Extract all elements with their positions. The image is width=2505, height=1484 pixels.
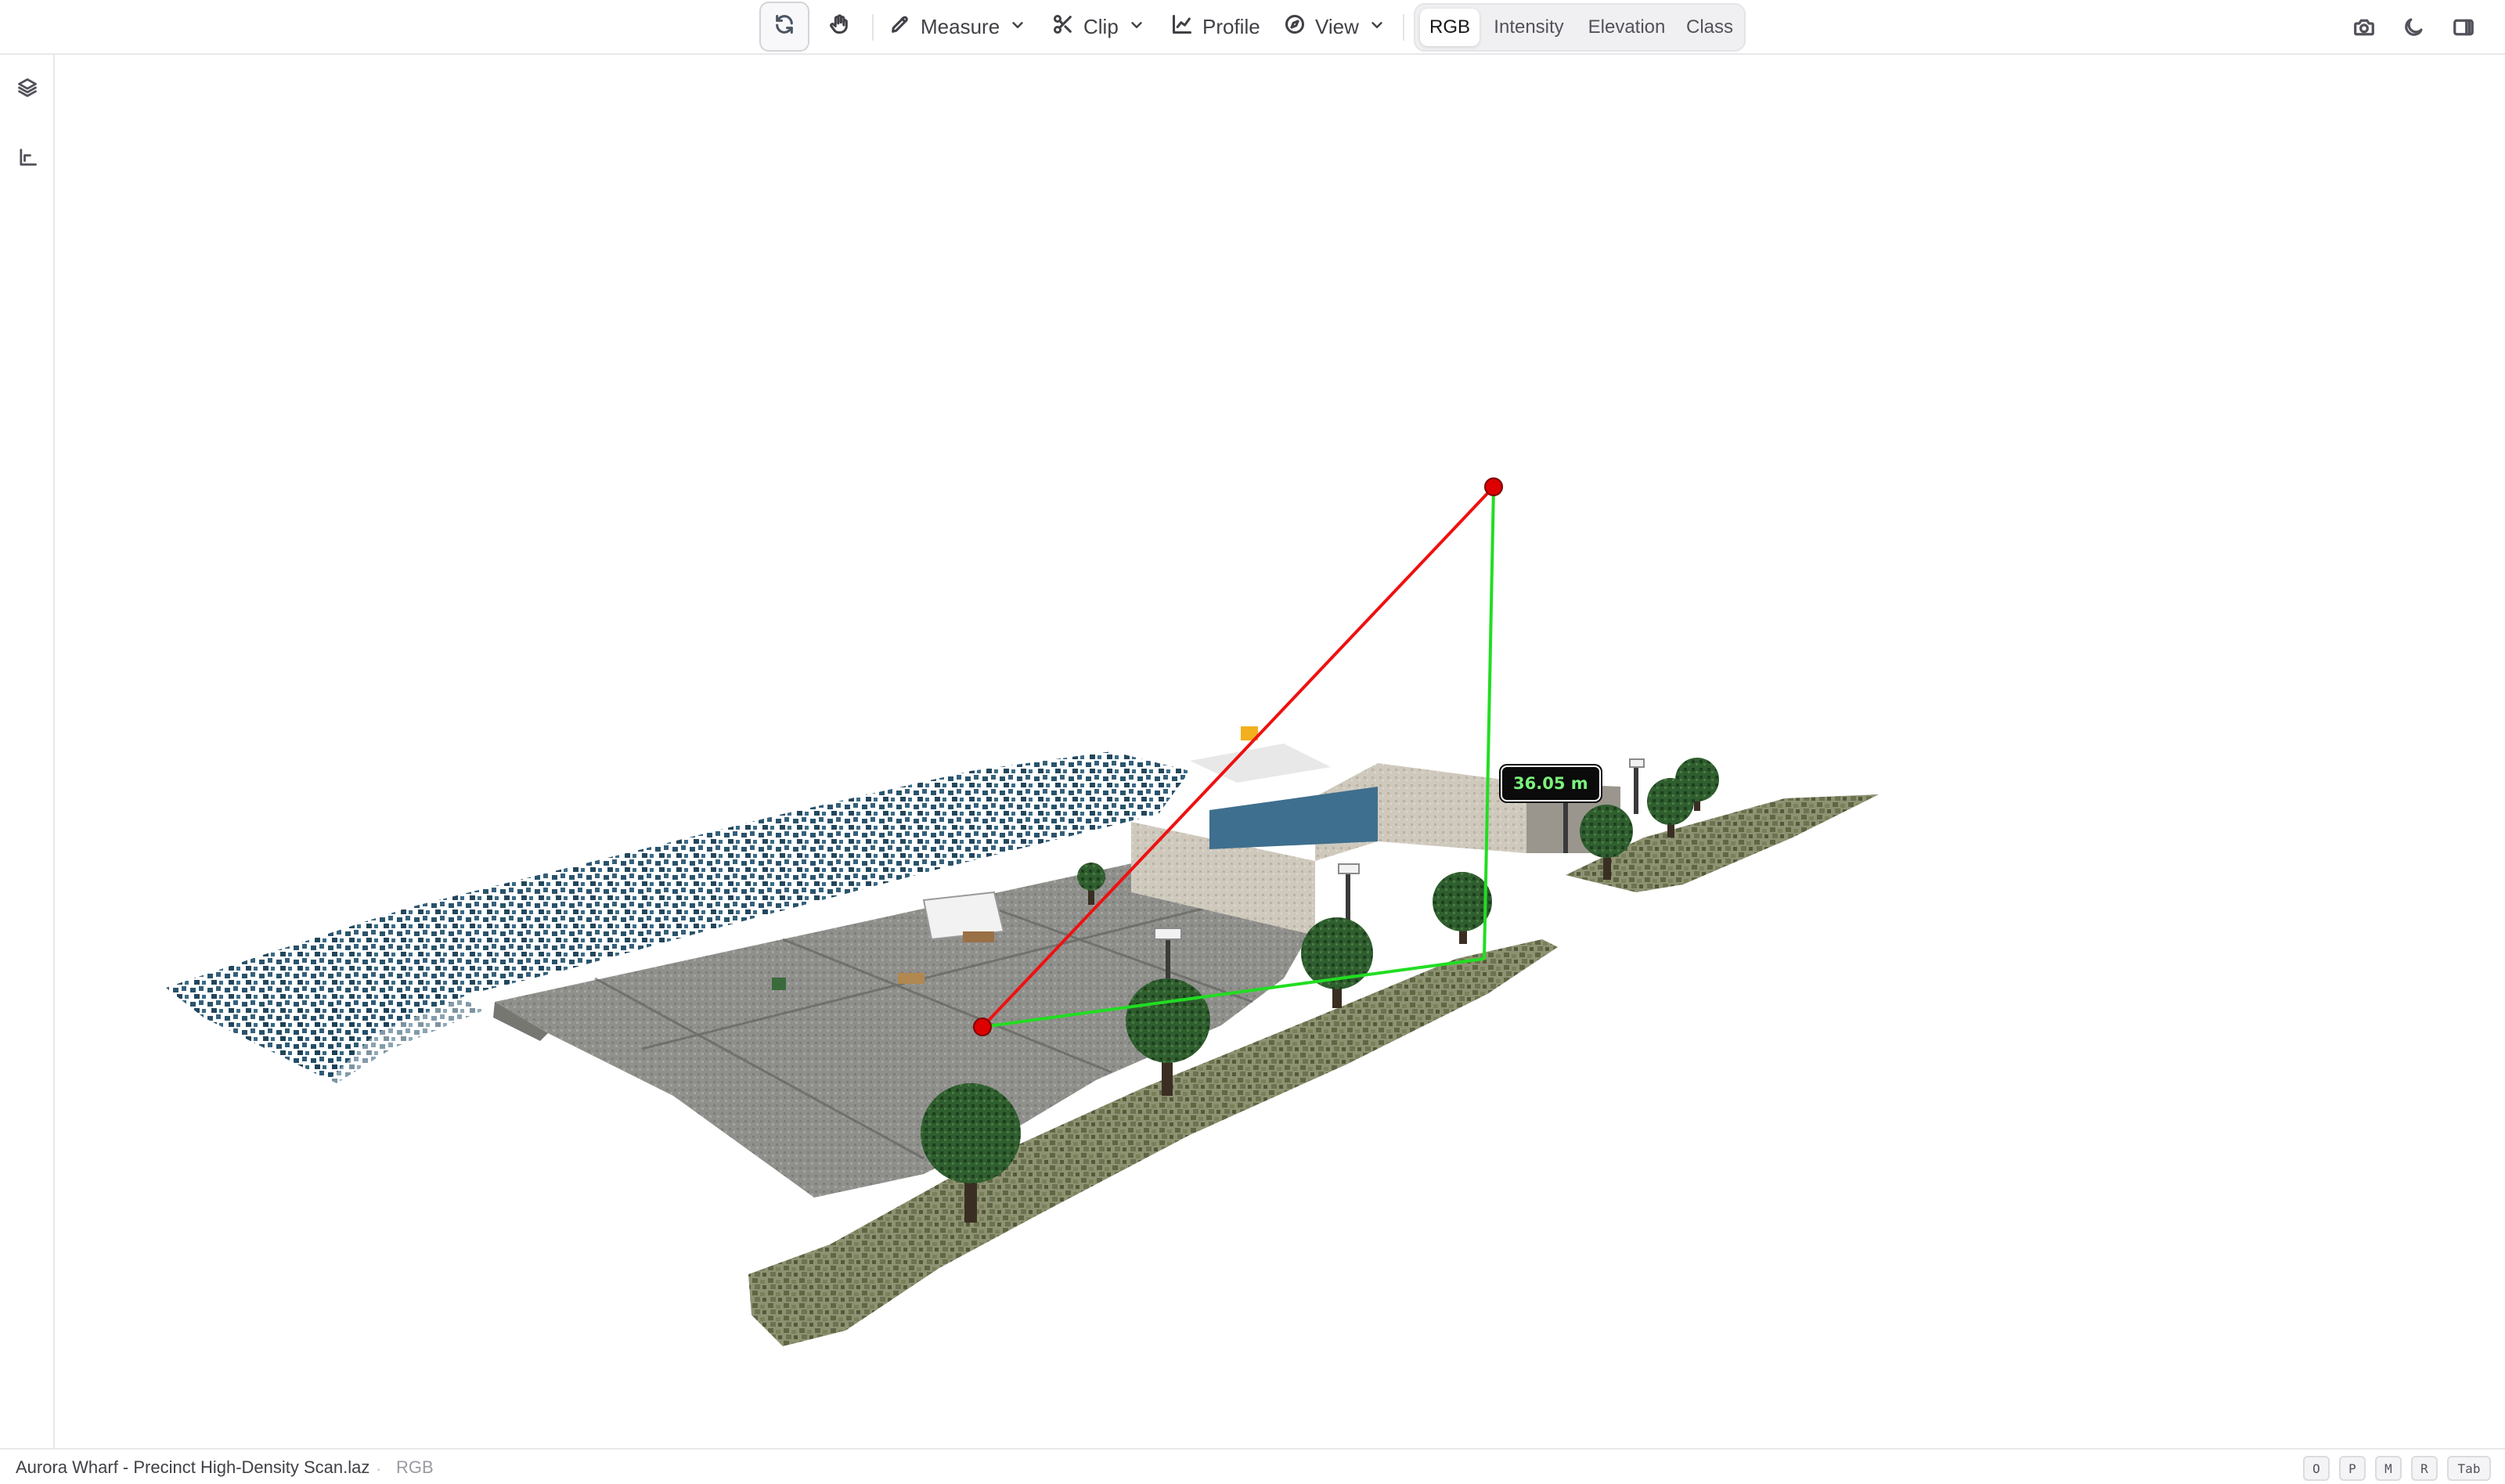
layers-button[interactable] [10, 72, 45, 106]
building-roof [1190, 744, 1331, 783]
compass-icon [1284, 13, 1306, 41]
view-label: View [1315, 14, 1359, 38]
shortcut-key-r: R [2411, 1456, 2438, 1481]
ground-object [898, 973, 925, 984]
shortcut-key-m: M [2375, 1456, 2402, 1481]
axes-icon [16, 147, 38, 173]
toolbar-divider [872, 14, 874, 41]
building-water-panel [1209, 787, 1378, 849]
profile-label: Profile [1202, 14, 1260, 38]
ruler-pencil-icon [889, 13, 911, 41]
view-menu-button[interactable]: View [1276, 2, 1393, 52]
left-sidebar [0, 55, 55, 1448]
scissors-icon [1052, 13, 1074, 41]
measure-point-top[interactable] [1484, 477, 1503, 496]
file-name: Aurora Wharf - Precinct High-Density Sca… [16, 1457, 370, 1477]
layers-icon [16, 77, 38, 103]
shortcut-key-o: O [2303, 1456, 2330, 1481]
measure-vertical-leg [1483, 486, 1495, 960]
color-mode-rgb[interactable]: RGB [1420, 9, 1480, 46]
shortcut-key-tab: Tab [2447, 1456, 2491, 1481]
measure-point-base[interactable] [973, 1018, 992, 1036]
tree [1433, 872, 1492, 944]
measure-menu-button[interactable]: Measure [881, 2, 1034, 52]
status-separator: · [376, 1459, 382, 1479]
point-cloud-scene[interactable] [56, 56, 2505, 1448]
chevron-down-icon [1009, 15, 1026, 39]
clip-menu-button[interactable]: Clip [1044, 2, 1153, 52]
chevron-down-icon [1128, 15, 1145, 39]
line-chart-icon [1171, 13, 1193, 41]
clip-label: Clip [1083, 14, 1119, 38]
color-mode-elevation[interactable]: Elevation [1578, 9, 1675, 46]
panel-toggle-icon[interactable] [2450, 14, 2477, 41]
tree [1301, 917, 1373, 1008]
point-cloud-viewport[interactable]: 36.05 m [56, 56, 2505, 1448]
chevron-down-icon [1368, 15, 1386, 39]
shortcut-key-p: P [2339, 1456, 2366, 1481]
color-mode-class[interactable]: Class [1678, 9, 1741, 46]
measurement-distance-label: 36.05 m [1501, 765, 1601, 801]
toolbar-divider [1403, 14, 1404, 41]
hand-pan-icon [828, 13, 850, 41]
measure-label: Measure [921, 14, 1000, 38]
axes-button[interactable] [10, 142, 45, 177]
profile-button[interactable]: Profile [1163, 2, 1268, 52]
orbit-button[interactable] [759, 2, 809, 52]
orbit-rotate-icon [773, 13, 795, 41]
ground-bin [772, 978, 786, 990]
status-bar: Aurora Wharf - Precinct High-Density Sca… [0, 1448, 2505, 1484]
moon-icon[interactable] [2400, 14, 2427, 41]
ground-object [963, 931, 994, 942]
color-mode-segmented-control: RGB Intensity Elevation Class [1414, 3, 1746, 52]
top-toolbar: Measure Clip Profile View RGB Intensity … [0, 0, 2505, 55]
status-color-mode: RGB [396, 1457, 434, 1477]
color-mode-intensity[interactable]: Intensity [1483, 9, 1575, 46]
pan-button[interactable] [814, 2, 864, 52]
camera-icon[interactable] [2351, 14, 2377, 41]
